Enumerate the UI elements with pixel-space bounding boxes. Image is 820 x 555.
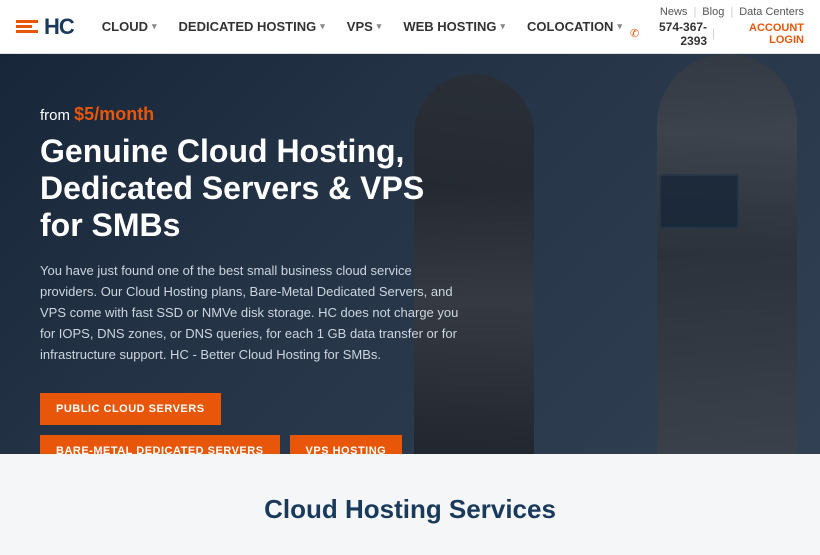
nav-vps[interactable]: VPS ▾: [339, 13, 390, 40]
hero-section: from $5/month Genuine Cloud Hosting, Ded…: [0, 54, 820, 454]
logo-text: HC: [44, 14, 74, 40]
logo[interactable]: HC: [16, 14, 74, 40]
logo-icon: [16, 20, 38, 33]
datacenters-link[interactable]: Data Centers: [739, 6, 804, 18]
bottom-title: Cloud Hosting Services: [20, 494, 800, 525]
chevron-down-icon: ▾: [320, 21, 325, 32]
top-right: News | Blog | Data Centers ✆ 574-367-239…: [630, 6, 804, 48]
news-link[interactable]: News: [660, 6, 688, 18]
nav-dedicated[interactable]: DEDICATED HOSTING ▾: [171, 13, 333, 40]
vps-hosting-button[interactable]: VPS HOSTING: [290, 435, 403, 454]
top-bar: HC CLOUD ▾ DEDICATED HOSTING ▾ VPS ▾ WEB…: [0, 0, 820, 54]
public-cloud-servers-button[interactable]: PUBLIC CLOUD SERVERS: [40, 393, 221, 425]
hero-description: You have just found one of the best smal…: [40, 261, 460, 365]
hero-content: from $5/month Genuine Cloud Hosting, Ded…: [0, 54, 500, 454]
phone-number: 574-367-2393: [644, 20, 707, 48]
chevron-down-icon: ▾: [152, 21, 157, 32]
phone-icon: ✆: [630, 27, 639, 40]
nav-cloud[interactable]: CLOUD ▾: [94, 13, 165, 40]
account-login-link[interactable]: ACCOUNT LOGIN: [726, 22, 804, 46]
chevron-down-icon: ▾: [377, 21, 382, 32]
bare-metal-dedicated-button[interactable]: BARE-METAL DEDICATED SERVERS: [40, 435, 280, 454]
main-nav: CLOUD ▾ DEDICATED HOSTING ▾ VPS ▾ WEB HO…: [94, 13, 630, 40]
nav-webhosting[interactable]: WEB HOSTING ▾: [395, 13, 513, 40]
bottom-section: Cloud Hosting Services: [0, 454, 820, 555]
blog-link[interactable]: Blog: [702, 6, 724, 18]
hero-title: Genuine Cloud Hosting, Dedicated Servers…: [40, 133, 460, 243]
nav-colocation[interactable]: COLOCATION ▾: [519, 13, 630, 40]
hero-price: $5/month: [74, 104, 154, 124]
hero-buttons: PUBLIC CLOUD SERVERS BARE-METAL DEDICATE…: [40, 393, 460, 454]
chevron-down-icon: ▾: [617, 21, 622, 32]
chevron-down-icon: ▾: [501, 21, 506, 32]
hero-from: from $5/month: [40, 104, 460, 125]
